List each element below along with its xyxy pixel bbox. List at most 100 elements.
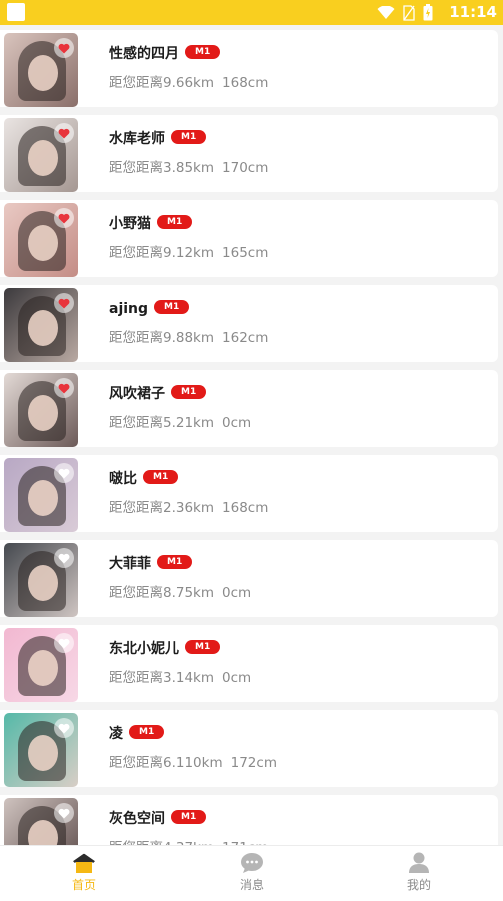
avatar[interactable] [4, 628, 78, 702]
avatar-photo-face [28, 225, 58, 261]
distance-text: 距您距离6.110km [109, 755, 223, 771]
avatar[interactable] [4, 798, 78, 845]
like-button[interactable] [54, 208, 74, 228]
user-name-row: 风吹裙子 M1 [109, 384, 207, 404]
user-card[interactable]: 水库老师 M1 距您距离3.85km 170cm [0, 115, 498, 192]
avatar-photo-face [28, 480, 58, 516]
like-button[interactable] [54, 38, 74, 58]
user-card[interactable]: 东北小妮儿 M1 距您距离3.14km 0cm [0, 625, 498, 702]
height-text: 170cm [222, 160, 269, 176]
like-button[interactable] [54, 378, 74, 398]
avatar-photo-face [28, 395, 58, 431]
tab-messages[interactable]: 消息 [168, 846, 336, 901]
like-button[interactable] [54, 293, 74, 313]
user-card[interactable]: 性感的四月 M1 距您距离9.66km 168cm [0, 30, 498, 107]
user-card[interactable]: 凌 M1 距您距离6.110km 172cm [0, 710, 498, 787]
user-name: 小野猫 [109, 216, 151, 232]
user-meta: 距您距离8.75km 0cm [109, 584, 251, 602]
user-card[interactable]: 风吹裙子 M1 距您距离5.21km 0cm [0, 370, 498, 447]
heart-icon [58, 213, 70, 223]
like-button[interactable] [54, 123, 74, 143]
tab-messages-label: 消息 [239, 878, 264, 892]
tab-home-label: 首页 [71, 878, 96, 892]
user-name-row: 灰色空间 M1 [109, 809, 207, 829]
user-meta: 距您距离6.110km 172cm [109, 754, 277, 772]
avatar[interactable] [4, 543, 78, 617]
user-name: ajing [109, 301, 149, 317]
message-icon [241, 853, 263, 873]
height-text: 172cm [230, 755, 277, 771]
user-card[interactable]: 灰色空间M1距您距离4.37km171cm [0, 795, 498, 845]
heart-icon [58, 298, 70, 308]
height-text: 0cm [222, 670, 252, 686]
distance-text: 距您距离9.88km [109, 330, 215, 346]
vip-badge: M1 [185, 640, 221, 654]
height-text: 0cm [222, 415, 252, 431]
app-icon [7, 3, 25, 21]
heart-icon [58, 468, 70, 478]
distance-text: 距您距离2.36km [109, 500, 215, 516]
heart-icon [58, 383, 70, 393]
user-meta: 距您距离5.21km 0cm [109, 414, 251, 432]
user-meta: 距您距离9.12km 165cm [109, 244, 268, 262]
user-name-row: 性感的四月 M1 [109, 44, 221, 64]
like-button[interactable] [54, 803, 74, 823]
user-name-row: 大菲菲 M1 [109, 554, 193, 574]
vip-badge: M1 [185, 45, 221, 59]
like-button[interactable] [54, 718, 74, 738]
distance-text: 距您距离3.14km [109, 670, 215, 686]
avatar[interactable] [4, 203, 78, 277]
like-button[interactable] [54, 548, 74, 568]
user-list[interactable]: 性感的四月 M1 距您距离9.66km 168cm 水库老师 M1 距您距离3.85km 17… [0, 25, 503, 845]
user-name-row: 东北小妮儿 M1 [109, 639, 221, 659]
user-meta: 距您距离9.88km 162cm [109, 329, 268, 347]
vip-badge: M1 [171, 385, 207, 399]
user-meta: 距您距离9.66km 168cm [109, 74, 268, 92]
vip-badge: M1 [154, 300, 190, 314]
avatar[interactable] [4, 458, 78, 532]
user-name: 水库老师 [109, 131, 165, 147]
user-card[interactable]: 啵比 M1 距您距离2.36km 168cm [0, 455, 498, 532]
avatar[interactable] [4, 33, 78, 107]
system-icons [377, 4, 433, 21]
user-card[interactable]: 小野猫 M1 距您距离9.12km 165cm [0, 200, 498, 277]
vip-badge: M1 [129, 725, 165, 739]
avatar[interactable] [4, 288, 78, 362]
like-button[interactable] [54, 633, 74, 653]
heart-icon [58, 553, 70, 563]
height-text: 0cm [222, 585, 252, 601]
tab-profile[interactable]: 我的 [335, 846, 503, 901]
user-name: 灰色空间 [109, 811, 165, 827]
avatar-photo-face [28, 55, 58, 91]
vip-badge: M1 [157, 555, 193, 569]
distance-text: 距您距离9.66km [109, 75, 215, 91]
user-name: 啵比 [109, 471, 137, 487]
avatar-photo-face [28, 310, 58, 346]
user-name-row: 小野猫 M1 [109, 214, 193, 234]
user-card[interactable]: ajing M1 距您距离9.88km 162cm [0, 285, 498, 362]
heart-icon [58, 43, 70, 53]
avatar-photo-face [28, 735, 58, 771]
tab-home[interactable]: 首页 [0, 846, 168, 901]
heart-icon [58, 723, 70, 733]
vip-badge: M1 [143, 470, 179, 484]
tab-profile-label: 我的 [406, 878, 431, 892]
height-text: 168cm [222, 500, 269, 516]
clock: 11:14 [449, 3, 497, 21]
user-meta: 距您距离2.36km 168cm [109, 499, 268, 517]
avatar-photo-face [28, 565, 58, 601]
user-card[interactable]: 大菲菲 M1 距您距离8.75km 0cm [0, 540, 498, 617]
avatar[interactable] [4, 713, 78, 787]
user-name: 性感的四月 [109, 46, 179, 62]
avatar[interactable] [4, 118, 78, 192]
like-button[interactable] [54, 463, 74, 483]
heart-icon [58, 808, 70, 818]
status-bar: 11:14 [0, 0, 503, 25]
user-meta: 距您距离3.14km 0cm [109, 669, 251, 687]
heart-icon [58, 638, 70, 648]
height-text: 168cm [222, 75, 269, 91]
bottom-tab-bar: 首页 消息 我的 [0, 845, 503, 901]
height-text: 162cm [222, 330, 269, 346]
avatar[interactable] [4, 373, 78, 447]
avatar-photo-face [28, 140, 58, 176]
